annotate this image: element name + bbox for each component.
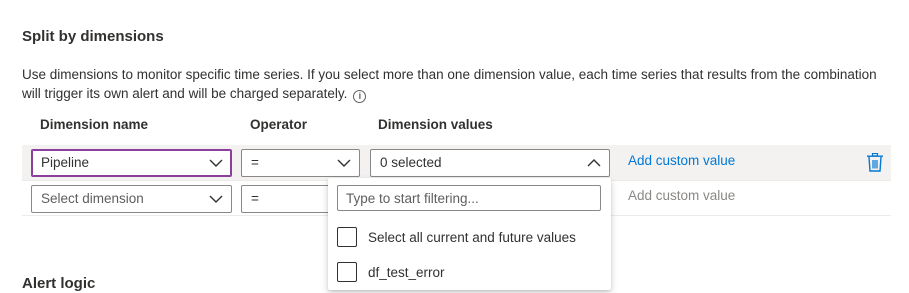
section-description: Use dimensions to monitor specific time … — [22, 65, 882, 103]
chevron-down-icon — [209, 157, 223, 169]
column-header-operator: Operator — [250, 117, 308, 132]
option-label: Select all current and future values — [368, 229, 576, 245]
info-icon[interactable]: i — [353, 90, 367, 103]
dimension-values-value: 0 selected — [380, 155, 442, 170]
column-header-dimension-values: Dimension values — [378, 117, 493, 132]
description-text: Use dimensions to monitor specific time … — [22, 67, 877, 101]
section-title: Split by dimensions — [22, 28, 164, 45]
filter-input[interactable] — [337, 185, 601, 211]
dimension-name-value: Pipeline — [41, 155, 90, 170]
select-all-option[interactable]: Select all current and future values — [337, 226, 576, 248]
operator-value: = — [251, 155, 259, 170]
add-custom-value-link[interactable]: Add custom value — [628, 153, 735, 168]
operator-dropdown[interactable]: = — [241, 149, 360, 177]
checkbox[interactable] — [337, 262, 357, 282]
chevron-down-icon — [337, 157, 351, 169]
chevron-down-icon — [209, 193, 223, 205]
add-custom-value-link: Add custom value — [628, 188, 736, 203]
chevron-up-icon — [587, 157, 601, 169]
dimension-values-panel: Select all current and future values df_… — [328, 178, 611, 290]
dimension-name-dropdown[interactable]: Pipeline — [31, 149, 232, 177]
operator-value: = — [251, 191, 259, 206]
alert-logic-title: Alert logic — [22, 275, 96, 292]
option-label: df_test_error — [368, 264, 445, 280]
column-header-dimension-name: Dimension name — [40, 117, 149, 132]
dimension-name-dropdown[interactable]: Select dimension — [31, 185, 232, 213]
option-df-test-error[interactable]: df_test_error — [337, 261, 445, 283]
trash-icon[interactable] — [866, 152, 884, 172]
dimension-name-placeholder: Select dimension — [41, 191, 144, 206]
checkbox[interactable] — [337, 227, 357, 247]
dimension-values-dropdown[interactable]: 0 selected — [370, 149, 610, 177]
